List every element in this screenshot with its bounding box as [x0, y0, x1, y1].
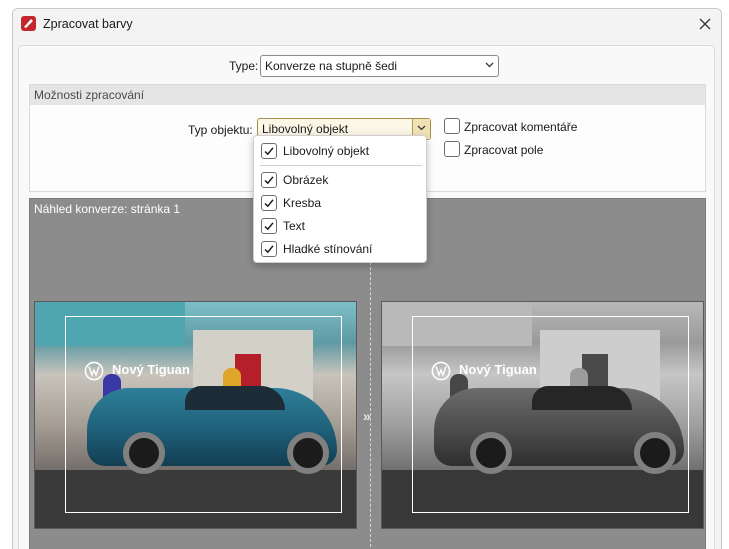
dropdown-item-label: Kresba	[283, 196, 322, 210]
checkmark-icon	[264, 176, 274, 185]
checkmark-icon	[264, 222, 274, 231]
process-colors-dialog: Zpracovat barvy Type: Konverze na stupně…	[12, 8, 722, 549]
dropdown-item-drawing[interactable]: Kresba	[254, 192, 426, 214]
type-select[interactable]: Konverze na stupně šedi	[260, 55, 499, 77]
checkmark-icon	[264, 199, 274, 208]
close-icon	[699, 18, 711, 30]
dropdown-item-any-object[interactable]: Libovolný objekt	[254, 140, 426, 162]
process-fields-label: Zpracovat pole	[464, 143, 544, 157]
object-type-dropdown-menu: Libovolný objekt Obrázek Kresba Text Hla…	[253, 135, 427, 263]
original-preview-image: Nový Tiguan	[34, 301, 357, 529]
double-chevron-right-icon: »	[363, 408, 371, 424]
app-icon	[21, 16, 36, 31]
dropdown-item-label: Hladké stínování	[283, 242, 373, 256]
dropdown-item-checkbox[interactable]	[261, 195, 277, 211]
converted-preview-image: Nový Tiguan	[381, 301, 704, 529]
checkmark-icon	[264, 245, 274, 254]
process-comments-checkbox[interactable]	[444, 118, 460, 134]
type-select-value: Konverze na stupně šedi	[265, 59, 398, 73]
dropdown-item-image[interactable]: Obrázek	[254, 169, 426, 191]
chevron-down-icon	[485, 62, 494, 68]
preview-caption: Nový Tiguan	[112, 362, 190, 377]
dropdown-item-checkbox[interactable]	[261, 241, 277, 257]
close-button[interactable]	[691, 11, 719, 37]
dropdown-item-label: Obrázek	[283, 173, 329, 187]
object-type-select-value: Libovolný objekt	[262, 122, 349, 136]
dropdown-item-smooth-shading[interactable]: Hladké stínování	[254, 238, 426, 260]
dropdown-item-checkbox[interactable]	[261, 143, 277, 159]
vw-logo-icon	[431, 361, 451, 381]
dropdown-item-label: Text	[283, 219, 306, 233]
process-comments-label: Zpracovat komentáře	[464, 120, 578, 134]
dropdown-separator	[260, 165, 422, 166]
preview-header: Náhled konverze: stránka 1	[34, 202, 181, 216]
preview-caption: Nový Tiguan	[459, 362, 537, 377]
dropdown-item-text[interactable]: Text	[254, 215, 426, 237]
chevron-down-icon	[417, 125, 426, 131]
dropdown-item-label: Libovolný objekt	[283, 144, 370, 158]
processing-options-header: Možnosti zpracování	[30, 85, 705, 105]
window-title: Zpracovat barvy	[43, 17, 133, 31]
preview-safe-frame: Nový Tiguan	[412, 316, 689, 513]
type-label: Type:	[229, 59, 259, 73]
preview-safe-frame: Nový Tiguan	[65, 316, 342, 513]
title-bar: Zpracovat barvy	[13, 9, 721, 39]
dialog-content: Type: Konverze na stupně šedi Možnosti z…	[18, 45, 715, 549]
dropdown-item-checkbox[interactable]	[261, 172, 277, 188]
vw-logo-icon	[84, 361, 104, 381]
checkmark-icon	[264, 147, 274, 156]
preview-divider	[370, 257, 371, 549]
dropdown-item-checkbox[interactable]	[261, 218, 277, 234]
process-fields-checkbox[interactable]	[444, 141, 460, 157]
object-type-label: Typ objektu:	[188, 123, 253, 137]
